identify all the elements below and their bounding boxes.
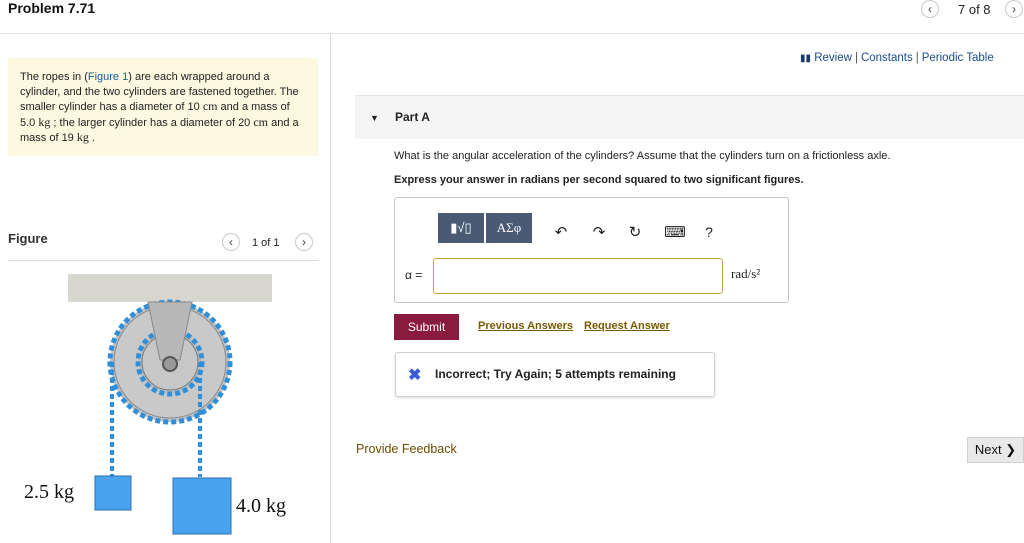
- ceiling-support: [68, 274, 272, 302]
- feedback-text: Incorrect; Try Again; 5 attempts remaini…: [435, 367, 676, 381]
- incorrect-x-icon: ✖: [408, 367, 422, 384]
- problem-pager: 7 of 8: [958, 2, 991, 17]
- column-divider: [330, 34, 331, 543]
- figure-heading: Figure: [8, 231, 48, 246]
- periodic-table-link[interactable]: Periodic Table: [922, 52, 994, 64]
- undo-icon[interactable]: ↶: [552, 222, 570, 242]
- submit-button[interactable]: Submit: [394, 314, 459, 340]
- help-icon[interactable]: ?: [702, 222, 716, 242]
- next-problem-button[interactable]: ›: [1005, 0, 1023, 18]
- caret-down-icon[interactable]: ▼: [370, 113, 379, 123]
- reset-icon[interactable]: ↻: [626, 222, 644, 242]
- resource-links: ▮▮ Review | Constants | Periodic Table: [800, 52, 994, 64]
- problem-title: Problem 7.71: [8, 0, 96, 16]
- provide-feedback-link[interactable]: Provide Feedback: [356, 442, 457, 456]
- left-mass-label: 2.5 kg: [24, 481, 74, 503]
- axle: [162, 356, 178, 372]
- prev-problem-button[interactable]: ‹: [921, 0, 939, 18]
- request-answer-link[interactable]: Request Answer: [584, 320, 670, 332]
- chevron-left-icon: ‹: [928, 2, 932, 16]
- prev-figure-button[interactable]: ‹: [222, 233, 240, 251]
- template-button[interactable]: ▮√▯: [438, 213, 484, 243]
- book-icon: ▮▮: [800, 53, 812, 64]
- problem-statement: The ropes in (Figure 1) are each wrapped…: [8, 58, 318, 156]
- left-mass: [94, 475, 132, 511]
- previous-answers-link[interactable]: Previous Answers: [478, 320, 573, 332]
- right-mass-label: 4.0 kg: [236, 495, 286, 517]
- constants-link[interactable]: Constants: [861, 52, 913, 64]
- part-a-label: Part A: [395, 110, 430, 124]
- answer-label: α =: [405, 268, 423, 282]
- chevron-right-icon: ›: [1012, 2, 1016, 16]
- part-a-header[interactable]: [355, 96, 1024, 139]
- figure-link[interactable]: Figure 1: [88, 71, 128, 83]
- figure-divider: [8, 260, 318, 261]
- header-divider: [0, 33, 1024, 34]
- chevron-right-icon: ›: [302, 235, 306, 249]
- figure-pager: 1 of 1: [252, 237, 280, 249]
- symbols-button[interactable]: ΑΣφ: [486, 213, 532, 243]
- instruction-text: Express your answer in radians per secon…: [394, 174, 804, 186]
- next-figure-button[interactable]: ›: [295, 233, 313, 251]
- next-button[interactable]: Next ❯: [967, 437, 1024, 463]
- redo-icon[interactable]: ↷: [590, 222, 608, 242]
- answer-units: rad/s²: [731, 266, 761, 281]
- right-mass: [172, 477, 232, 535]
- answer-input[interactable]: [433, 258, 723, 294]
- chevron-left-icon: ‹: [229, 235, 233, 249]
- keyboard-icon[interactable]: ⌨: [664, 222, 686, 242]
- review-link[interactable]: Review: [814, 52, 852, 64]
- feedback-message: ✖ Incorrect; Try Again; 5 attempts remai…: [395, 352, 715, 397]
- pulley-figure: 2.5 kg 4.0 kg: [24, 274, 286, 535]
- question-text: What is the angular acceleration of the …: [394, 150, 891, 162]
